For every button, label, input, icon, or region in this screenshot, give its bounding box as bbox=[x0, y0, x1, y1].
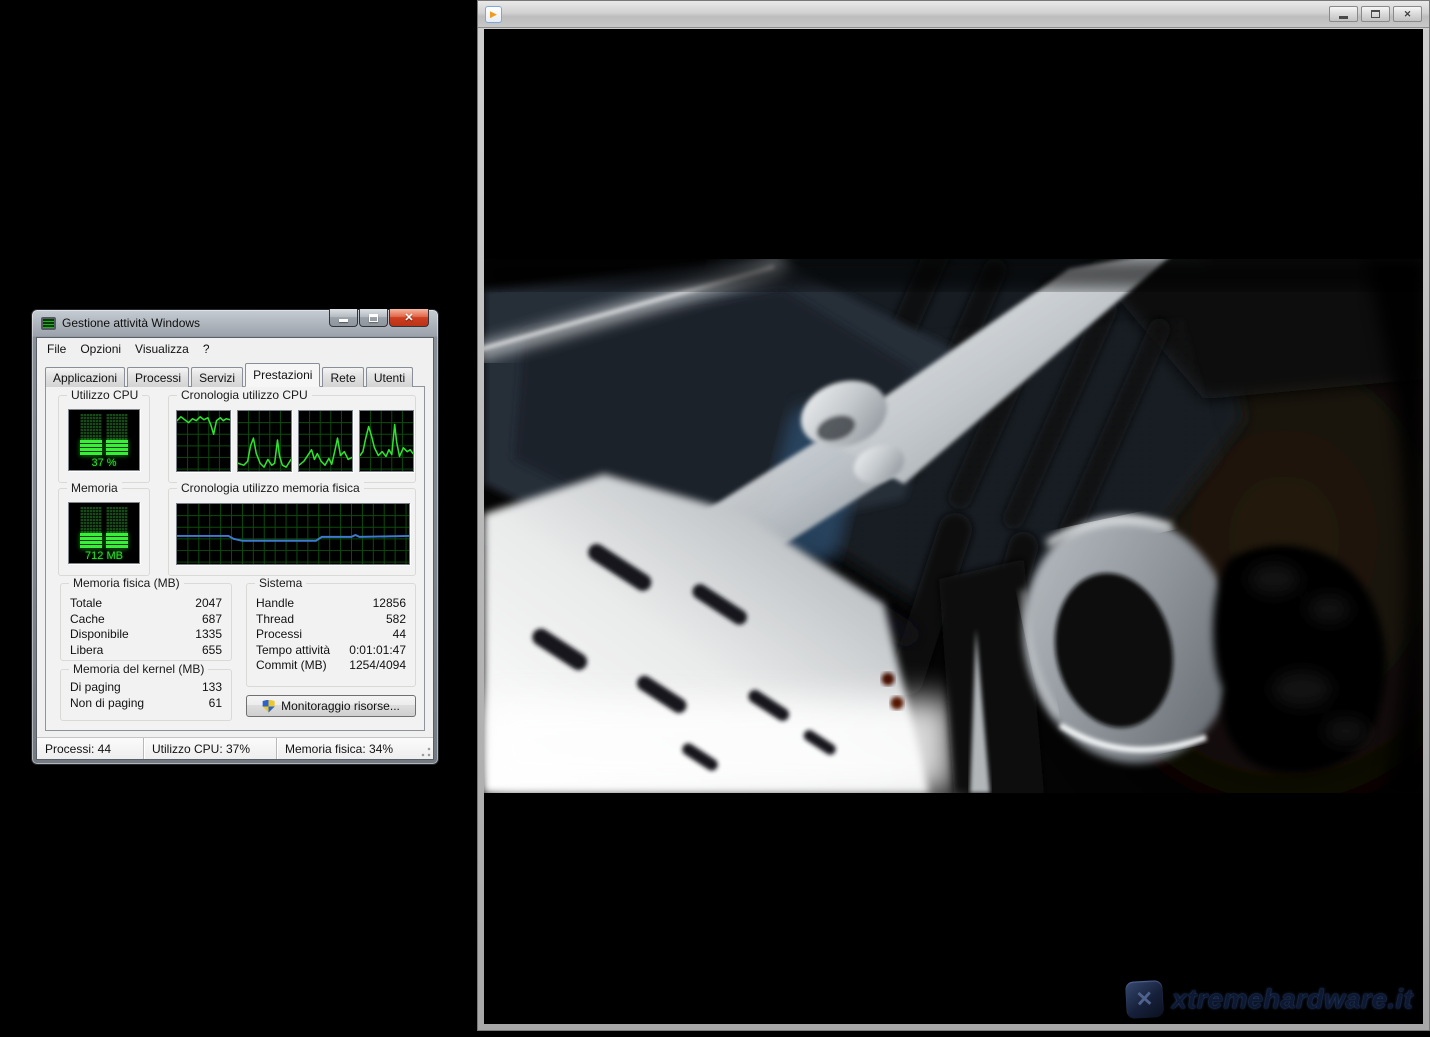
status-processes: Processi: 44 bbox=[37, 738, 144, 759]
tab-applicazioni[interactable]: Applicazioni bbox=[45, 367, 125, 387]
close-icon: ✕ bbox=[1404, 9, 1412, 20]
stat-row: Totale2047 bbox=[61, 596, 231, 612]
cpu-usage-value: 37 % bbox=[91, 457, 116, 469]
video-window-controls: ✕ bbox=[1329, 6, 1422, 22]
tab-servizi[interactable]: Servizi bbox=[191, 367, 243, 387]
menu-help[interactable]: ? bbox=[196, 339, 217, 359]
resource-monitor-button-label: Monitoraggio risorse... bbox=[281, 699, 400, 713]
xtremehardware-logo-icon: ✕ bbox=[1125, 980, 1164, 1019]
stat-row: Thread582 bbox=[247, 612, 415, 628]
video-player-window: ▶ ✕ bbox=[477, 0, 1430, 1031]
memory-history-group: Cronologia utilizzo memoria fisica bbox=[168, 488, 416, 576]
watermark: ✕ xtremehardware.it bbox=[1126, 981, 1413, 1018]
resize-grip[interactable] bbox=[421, 747, 431, 757]
maximize-icon bbox=[1371, 10, 1380, 18]
x-glyph: ✕ bbox=[1135, 987, 1154, 1013]
physical-memory-label: Memoria fisica (MB) bbox=[69, 576, 184, 590]
menu-options[interactable]: Opzioni bbox=[73, 339, 128, 359]
stat-row: Processi44 bbox=[247, 627, 415, 643]
video-window-titlebar[interactable]: ▶ ✕ bbox=[478, 1, 1429, 28]
maximize-icon bbox=[369, 314, 378, 322]
cpu-core1-graph bbox=[176, 410, 231, 472]
cpu-history-group: Cronologia utilizzo CPU bbox=[168, 395, 416, 483]
task-manager-window-controls: ✕ bbox=[329, 309, 429, 327]
menu-view[interactable]: Visualizza bbox=[128, 339, 196, 359]
cpu-history-label: Cronologia utilizzo CPU bbox=[177, 388, 312, 402]
memory-value: 712 MB bbox=[85, 550, 123, 562]
tab-utenti[interactable]: Utenti bbox=[366, 367, 413, 387]
tab-prestazioni[interactable]: Prestazioni bbox=[245, 363, 320, 387]
stat-row: Cache687 bbox=[61, 612, 231, 628]
tab-strip: Applicazioni Processi Servizi Prestazion… bbox=[37, 359, 433, 387]
system-group: Sistema Handle12856 Thread582 Processi44… bbox=[246, 583, 416, 687]
kernel-memory-group: Memoria del kernel (MB) Di paging133 Non… bbox=[60, 669, 232, 721]
memory-label: Memoria bbox=[67, 481, 122, 495]
close-icon: ✕ bbox=[404, 311, 413, 324]
uac-shield-icon bbox=[262, 700, 275, 713]
status-cpu-usage: Utilizzo CPU: 37% bbox=[144, 738, 277, 759]
minimize-icon bbox=[339, 319, 348, 322]
task-manager-window: Gestione attività Windows ✕ File Opzioni… bbox=[31, 309, 439, 765]
status-bar: Processi: 44 Utilizzo CPU: 37% Memoria f… bbox=[37, 737, 433, 759]
video-still-frame bbox=[484, 259, 1423, 793]
minimize-button[interactable] bbox=[329, 309, 358, 327]
tab-processi[interactable]: Processi bbox=[127, 367, 189, 387]
memory-gauge: 712 MB bbox=[68, 502, 140, 564]
close-button[interactable]: ✕ bbox=[389, 309, 429, 327]
window-title: Gestione attività Windows bbox=[62, 316, 200, 330]
cpu-usage-label: Utilizzo CPU bbox=[67, 388, 142, 402]
close-button[interactable]: ✕ bbox=[1393, 6, 1422, 22]
stat-row: Libera655 bbox=[61, 643, 231, 659]
system-label: Sistema bbox=[255, 576, 306, 590]
resource-monitor-button[interactable]: Monitoraggio risorse... bbox=[246, 695, 416, 717]
minimize-button[interactable] bbox=[1329, 6, 1358, 22]
cpu-core2-graph bbox=[237, 410, 292, 472]
stat-row: Commit (MB)1254/4094 bbox=[247, 658, 415, 674]
menu-file[interactable]: File bbox=[40, 339, 73, 359]
memory-gauge-group: Memoria 712 MB bbox=[58, 488, 150, 576]
cpu-core3-graph bbox=[298, 410, 353, 472]
performance-tab-page: Utilizzo CPU 37 % Cronologia utilizzo CP… bbox=[45, 386, 425, 731]
kernel-memory-label: Memoria del kernel (MB) bbox=[69, 662, 208, 676]
cpu-core4-graph bbox=[359, 410, 414, 472]
stat-row: Handle12856 bbox=[247, 596, 415, 612]
stat-row: Di paging133 bbox=[61, 680, 231, 696]
cpu-usage-group: Utilizzo CPU 37 % bbox=[58, 395, 150, 483]
task-manager-body: File Opzioni Visualizza ? Applicazioni P… bbox=[36, 337, 434, 760]
watermark-text: xtremehardware.it bbox=[1172, 984, 1413, 1015]
video-content-area[interactable]: ✕ xtremehardware.it bbox=[484, 29, 1423, 1024]
maximize-button[interactable] bbox=[1361, 6, 1390, 22]
tab-rete[interactable]: Rete bbox=[322, 367, 363, 387]
video-still-image bbox=[484, 259, 1423, 793]
physical-memory-group: Memoria fisica (MB) Totale2047 Cache687 … bbox=[60, 583, 232, 661]
minimize-icon bbox=[1339, 16, 1348, 19]
stat-row: Non di paging61 bbox=[61, 696, 231, 712]
memory-history-graph bbox=[176, 503, 410, 565]
task-manager-app-icon bbox=[41, 317, 56, 330]
media-player-app-icon: ▶ bbox=[485, 6, 502, 23]
play-icon: ▶ bbox=[490, 10, 497, 19]
memory-history-label: Cronologia utilizzo memoria fisica bbox=[177, 481, 364, 495]
stat-row: Disponibile1335 bbox=[61, 627, 231, 643]
menu-bar: File Opzioni Visualizza ? bbox=[37, 338, 433, 359]
desktop: ▶ ✕ bbox=[0, 0, 1430, 1037]
status-physical-memory: Memoria fisica: 34% bbox=[277, 738, 433, 759]
cpu-usage-gauge: 37 % bbox=[68, 409, 140, 471]
maximize-button[interactable] bbox=[359, 309, 388, 327]
stat-row: Tempo attività0:01:01:47 bbox=[247, 643, 415, 659]
